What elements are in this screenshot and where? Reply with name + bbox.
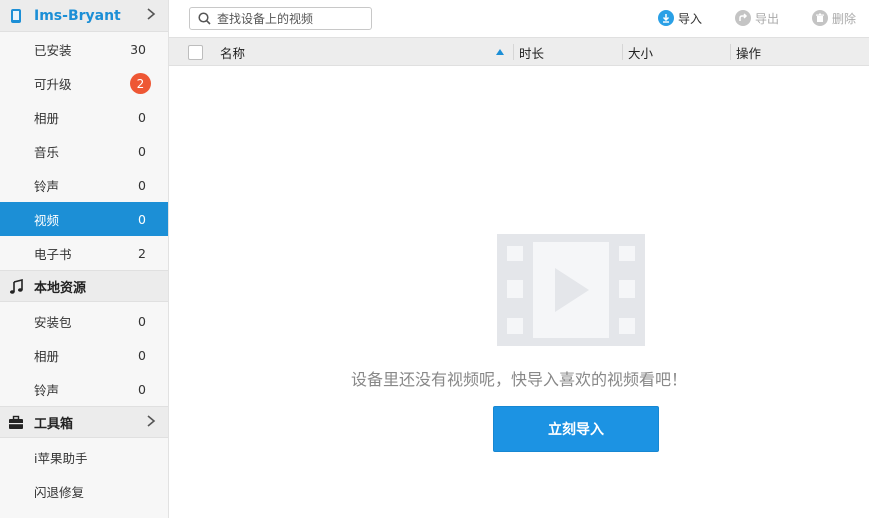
item-count: 30	[130, 41, 146, 57]
chevron-right-icon[interactable]	[146, 414, 156, 428]
item-count: 0	[138, 381, 146, 397]
section-title: 工具箱	[34, 416, 74, 432]
sidebar-item-music[interactable]: 音乐 0	[0, 134, 168, 168]
sidebar-item-iapple-assistant[interactable]: i苹果助手	[0, 440, 168, 474]
export-button[interactable]: 导出	[735, 9, 779, 27]
device-name: Ims-Bryant	[34, 7, 121, 24]
import-button[interactable]: 导入	[658, 9, 702, 27]
import-now-button[interactable]: 立刻导入	[493, 406, 659, 452]
column-divider	[730, 44, 731, 60]
sidebar-item-label: 铃声	[34, 178, 60, 194]
delete-label: 删除	[832, 11, 857, 26]
empty-state: 设备里还没有视频呢，快导入喜欢的视频看吧！ 立刻导入	[169, 66, 869, 518]
sidebar-item-label: 铃声	[34, 382, 60, 398]
sidebar-item-local-ringtones[interactable]: 铃声 0	[0, 372, 168, 406]
sidebar-item-label: 电子书	[34, 246, 72, 262]
search-icon	[198, 12, 211, 25]
column-header-actions: 操作	[736, 45, 762, 61]
sidebar-item-local-photos[interactable]: 相册 0	[0, 338, 168, 372]
music-note-icon	[10, 279, 23, 294]
column-header-size[interactable]: 大小	[628, 38, 653, 66]
sidebar-item-label: 视频	[34, 212, 60, 228]
sidebar-item-label: 相册	[34, 348, 60, 364]
search-box[interactable]	[189, 7, 372, 30]
local-resources-header[interactable]: 本地资源	[0, 270, 168, 302]
sidebar: Ims-Bryant 已安装 30 可升级 2 相册 0 音乐 0 铃声 0 视…	[0, 0, 169, 518]
briefcase-icon	[9, 415, 23, 429]
item-count: 0	[138, 143, 146, 159]
select-all-checkbox[interactable]	[188, 45, 203, 60]
video-film-icon	[497, 234, 645, 346]
sidebar-item-label: 相册	[34, 110, 60, 126]
column-header-name[interactable]: 名称	[220, 38, 510, 66]
toolbar: 导入 导出 删除	[169, 0, 869, 37]
item-count: 0	[138, 177, 146, 193]
sidebar-item-crash-fix[interactable]: 闪退修复	[0, 474, 168, 508]
import-label: 导入	[678, 11, 703, 26]
sidebar-item-label: 闪退修复	[34, 484, 85, 500]
search-input[interactable]	[217, 11, 367, 26]
toolbox-header[interactable]: 工具箱	[0, 406, 168, 438]
sidebar-item-label: i苹果助手	[34, 450, 88, 466]
sort-ascending-icon	[496, 49, 504, 55]
trash-icon	[812, 10, 828, 26]
item-count: 0	[138, 347, 146, 363]
sidebar-item-videos[interactable]: 视频 0	[0, 202, 168, 236]
column-divider	[622, 44, 623, 60]
item-count: 0	[138, 313, 146, 329]
table-header: 名称 时长 大小 操作	[169, 37, 869, 66]
section-title: 本地资源	[34, 280, 87, 296]
sidebar-item-local-packages[interactable]: 安装包 0	[0, 304, 168, 338]
chevron-right-icon[interactable]	[146, 7, 156, 21]
sidebar-item-ebooks[interactable]: 电子书 2	[0, 236, 168, 270]
sidebar-item-installed[interactable]: 已安装 30	[0, 32, 168, 66]
sidebar-item-label: 已安装	[34, 42, 72, 58]
item-count: 0	[138, 109, 146, 125]
sidebar-item-ringtones[interactable]: 铃声 0	[0, 168, 168, 202]
device-header[interactable]: Ims-Bryant	[0, 0, 168, 32]
update-badge: 2	[130, 73, 151, 94]
phone-icon	[11, 9, 21, 23]
column-divider	[513, 44, 514, 60]
sidebar-item-label: 安装包	[34, 314, 72, 330]
column-header-duration[interactable]: 时长	[519, 38, 544, 66]
export-label: 导出	[755, 11, 780, 26]
item-count: 2	[138, 245, 146, 261]
import-icon	[658, 10, 674, 26]
sidebar-item-label: 可升级	[34, 76, 72, 92]
export-icon	[735, 10, 751, 26]
sidebar-item-photos[interactable]: 相册 0	[0, 100, 168, 134]
delete-button[interactable]: 删除	[812, 9, 856, 27]
sidebar-item-label: 音乐	[34, 144, 60, 160]
sidebar-item-upgradable[interactable]: 可升级 2	[0, 66, 168, 100]
empty-message: 设备里还没有视频呢，快导入喜欢的视频看吧！	[350, 370, 687, 389]
item-count: 0	[138, 211, 146, 227]
